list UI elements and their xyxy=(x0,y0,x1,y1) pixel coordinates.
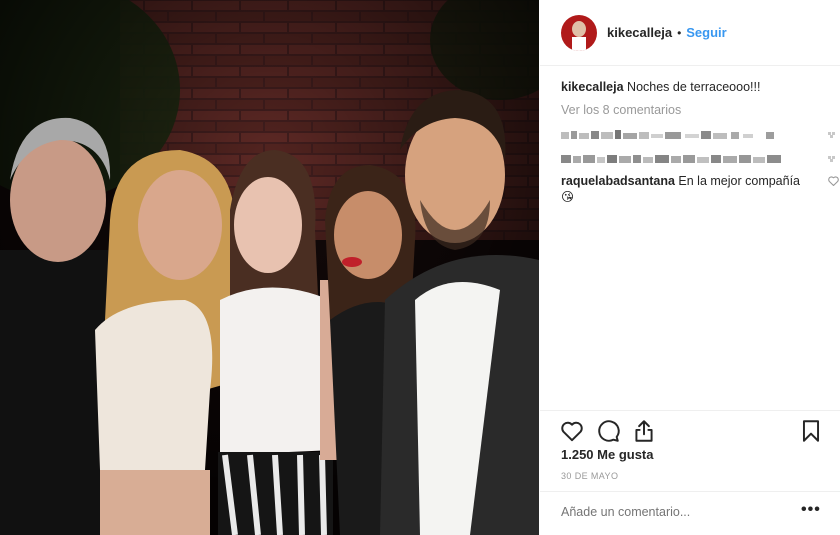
separator-dot: • xyxy=(677,25,682,40)
pixelated-heart-icon xyxy=(828,156,835,162)
bookmark-icon[interactable] xyxy=(798,418,824,444)
follow-button[interactable]: Seguir xyxy=(686,25,726,40)
comment-username[interactable]: raquelabadsantana xyxy=(561,174,675,188)
post-side-panel: kikecalleja • Seguir kikecalleja Noches … xyxy=(540,0,840,535)
post-photo-image xyxy=(0,0,539,535)
post-date: 30 DE MAYO xyxy=(561,471,619,481)
pixelated-comment-image xyxy=(561,155,781,163)
post-header: kikecalleja • Seguir xyxy=(540,0,840,66)
pixelated-comment-image xyxy=(561,130,774,139)
share-icon[interactable] xyxy=(631,418,657,444)
username-link[interactable]: kikecalleja xyxy=(607,25,672,40)
add-comment-bar: ••• xyxy=(540,491,840,535)
comment-icon[interactable] xyxy=(595,418,621,444)
view-all-comments-link[interactable]: Ver los 8 comentarios xyxy=(561,101,823,119)
caption-text: Noches de terraceooo!!! xyxy=(627,80,761,94)
avatar[interactable] xyxy=(561,14,597,51)
heart-icon[interactable] xyxy=(559,418,585,444)
likes-count[interactable]: 1.250 Me gusta xyxy=(561,447,654,462)
post-photo[interactable] xyxy=(0,0,539,535)
action-bar xyxy=(540,410,840,450)
pixelated-comment xyxy=(561,147,835,171)
more-options-button[interactable]: ••• xyxy=(801,502,821,518)
pixelated-comment xyxy=(561,123,835,147)
caption-username[interactable]: kikecalleja xyxy=(561,80,624,94)
avatar-image xyxy=(561,14,597,51)
caption: kikecalleja Noches de terraceooo!!! xyxy=(561,78,823,96)
comments-section: kikecalleja Noches de terraceooo!!! Ver … xyxy=(561,78,839,205)
comment-like-icon[interactable] xyxy=(828,176,839,186)
pixelated-heart-icon xyxy=(828,132,835,138)
add-comment-input[interactable] xyxy=(561,505,791,519)
comment: raquelabadsantana En la mejor compañía 😘 xyxy=(561,173,839,205)
